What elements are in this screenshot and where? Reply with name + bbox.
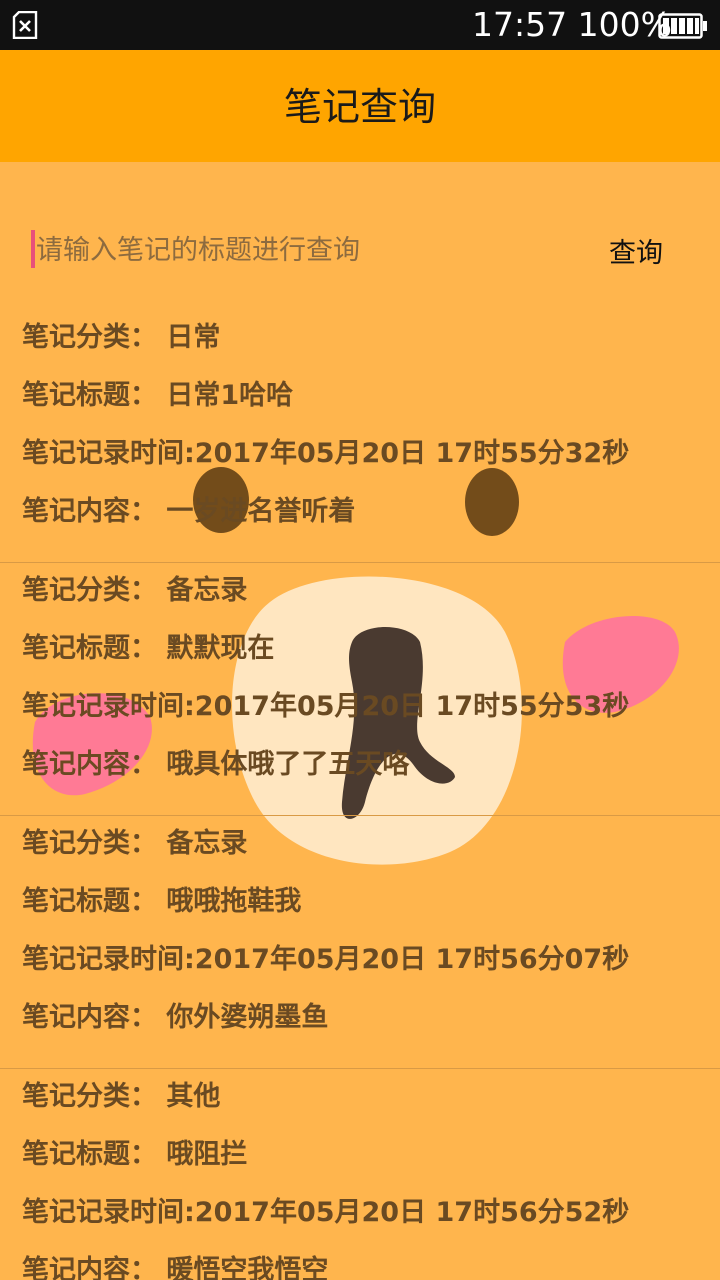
note-category: 笔记分类： 其他 — [22, 1081, 221, 1112]
list-item[interactable]: 笔记分类： 其他 笔记标题： 哦阻拦 笔记记录时间:2017年05月20日 17… — [0, 1069, 720, 1280]
note-content: 笔记内容： 哦具体哦了了五天咯 — [22, 749, 410, 780]
note-content: 笔记内容： 暖悟空我悟空 — [22, 1255, 329, 1280]
search-bar: 查询 — [0, 212, 720, 292]
screen: 17:57 100% 笔记查询 查询 笔记分类： 日常 笔记标题： 日常1哈哈 … — [0, 0, 720, 1280]
battery-full-icon — [658, 13, 707, 39]
note-title: 笔记标题： 哦哦拖鞋我 — [22, 886, 302, 917]
status-time-battery: 17:57 100% — [472, 5, 672, 44]
note-title: 笔记标题： 日常1哈哈 — [22, 380, 294, 411]
note-title: 笔记标题： 默默现在 — [22, 633, 275, 664]
list-item[interactable]: 笔记分类： 备忘录 笔记标题： 默默现在 笔记记录时间:2017年05月20日 … — [0, 563, 720, 816]
note-time: 笔记记录时间:2017年05月20日 17时56分52秒 — [22, 1197, 630, 1228]
search-button[interactable]: 查询 — [588, 222, 684, 278]
search-input[interactable] — [30, 226, 556, 274]
note-time: 笔记记录时间:2017年05月20日 17时56分07秒 — [22, 944, 630, 975]
status-bar: 17:57 100% — [0, 0, 720, 50]
note-category: 笔记分类： 备忘录 — [22, 828, 248, 859]
note-time: 笔记记录时间:2017年05月20日 17时55分32秒 — [22, 438, 630, 469]
note-list: 笔记分类： 日常 笔记标题： 日常1哈哈 笔记记录时间:2017年05月20日 … — [0, 310, 720, 1280]
note-category: 笔记分类： 日常 — [22, 322, 221, 353]
app-bar: 笔记查询 — [0, 50, 720, 162]
note-content: 笔记内容： 你外婆朔墨鱼 — [22, 1002, 329, 1033]
note-time: 笔记记录时间:2017年05月20日 17时55分53秒 — [22, 691, 630, 722]
list-item[interactable]: 笔记分类： 日常 笔记标题： 日常1哈哈 笔记记录时间:2017年05月20日 … — [0, 310, 720, 563]
text-cursor — [31, 230, 35, 268]
note-title: 笔记标题： 哦阻拦 — [22, 1139, 248, 1170]
page-title: 笔记查询 — [283, 85, 436, 129]
note-content: 笔记内容： 一岁进名誉听着 — [22, 496, 356, 527]
note-category: 笔记分类： 备忘录 — [22, 575, 248, 606]
list-item[interactable]: 笔记分类： 备忘录 笔记标题： 哦哦拖鞋我 笔记记录时间:2017年05月20日… — [0, 816, 720, 1069]
sim-card-error-icon — [12, 11, 38, 39]
